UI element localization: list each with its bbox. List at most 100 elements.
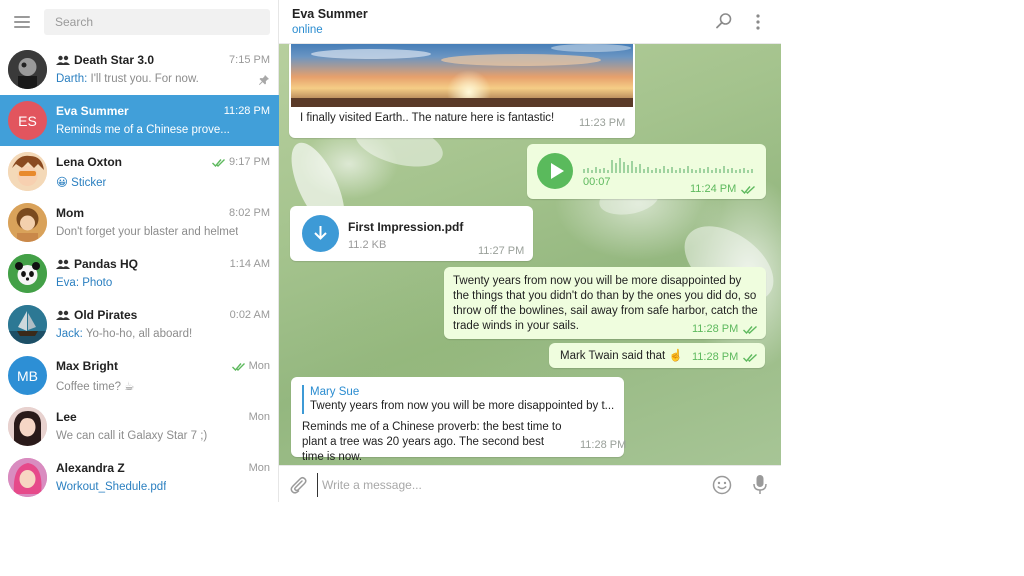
chat-item-lena-oxton[interactable]: Lena Oxton 9:17 PM 😀 Sticker	[0, 146, 279, 197]
file-name[interactable]: First Impression.pdf	[348, 220, 463, 234]
message-meta: 11:24 PM	[690, 183, 756, 195]
play-button[interactable]	[537, 153, 573, 189]
peer-name[interactable]: Eva Summer	[292, 7, 368, 21]
photo-message[interactable]: I finally visited Earth.. The nature her…	[289, 44, 635, 138]
download-button[interactable]	[302, 215, 339, 252]
chat-preview: 😀 Sticker	[56, 177, 107, 189]
chat-name: Eva Summer	[56, 104, 129, 118]
chat-name-label: Lee	[56, 410, 77, 424]
telegram-window: Death Star 3.0 7:15 PM Darth: I'll trust…	[0, 0, 781, 502]
chat-item-pandas-hq[interactable]: Pandas HQ 1:14 AM Eva: Photo	[0, 248, 279, 299]
message-time: 11:28 PM	[692, 323, 739, 335]
peer-status: online	[292, 24, 323, 36]
chat-preview: Jack: Yo-ho-ho, all aboard!	[56, 328, 192, 340]
microphone-icon[interactable]	[753, 474, 767, 496]
chat-time: Mon	[231, 360, 270, 372]
chat-name: Pandas HQ	[56, 257, 138, 271]
chat-preview: Workout_Shedule.pdf	[56, 481, 167, 493]
chat-name-label: Eva Summer	[56, 104, 129, 118]
double-check-icon	[741, 185, 756, 194]
preview-sender: Jack:	[56, 328, 83, 340]
chat-name-label: Old Pirates	[74, 308, 138, 322]
message-time: 11:28 PM	[692, 351, 739, 363]
chat-preview: Coffee time? ☕	[56, 381, 135, 393]
chat-name-label: Max Bright	[56, 359, 119, 373]
message-time: 11:27 PM	[478, 245, 525, 257]
chat-time: 7:15 PM	[229, 54, 270, 66]
avatar	[8, 50, 47, 89]
chat-item-eva-summer[interactable]: ES Eva Summer 11:28 PM Reminds me of a C…	[0, 95, 279, 146]
reply-message[interactable]: Mary Sue Twenty years from now you will …	[291, 377, 626, 463]
chat-item-max-bright[interactable]: MB Max Bright Mon Coffee time? ☕	[0, 350, 279, 401]
chat-preview: Darth: I'll trust you. For now.	[56, 73, 199, 85]
message-area[interactable]: I finally visited Earth.. The nature her…	[279, 44, 781, 465]
preview-text: Photo	[79, 277, 113, 289]
voice-message[interactable]: 00:07 11:24 PM	[527, 144, 766, 199]
chat-time-label: 9:17 PM	[229, 156, 270, 168]
download-arrow-icon	[314, 226, 327, 240]
pin-icon	[259, 75, 269, 85]
chat-item-alexandra-z[interactable]: Alexandra Z Mon Workout_Shedule.pdf	[0, 452, 279, 503]
chat-item-death-star[interactable]: Death Star 3.0 7:15 PM Darth: I'll trust…	[0, 44, 279, 95]
chat-time: 1:14 AM	[229, 258, 270, 270]
chat-name: Alexandra Z	[56, 461, 125, 475]
chat-name-label: Mom	[56, 206, 84, 220]
chat-item-lee[interactable]: Lee Mon We can call it Galaxy Star 7 ;)	[0, 401, 279, 452]
preview-text: I'll trust you. For now.	[87, 73, 199, 85]
chat-name: Max Bright	[56, 359, 118, 373]
reply-snippet: Twenty years from now you will be more d…	[310, 400, 615, 412]
photo-sunset-image[interactable]	[291, 44, 633, 107]
search-icon[interactable]	[715, 12, 733, 30]
file-message[interactable]: First Impression.pdf 11.2 KB 11:27 PM	[290, 206, 533, 261]
chat-item-mom[interactable]: Mom 8:02 PM Don't forget your blaster an…	[0, 197, 279, 248]
double-check-icon	[743, 325, 758, 334]
message-composer	[279, 465, 781, 502]
text-message-outgoing[interactable]: Mark Twain said that ☝️ 11:28 PM	[549, 343, 765, 368]
reply-quote[interactable]: Mary Sue Twenty years from now you will …	[302, 385, 616, 414]
hamburger-menu-icon[interactable]	[10, 11, 34, 33]
chat-time-label: Mon	[248, 360, 270, 372]
group-icon	[56, 310, 70, 320]
preview-sender: Eva:	[56, 277, 80, 289]
voice-waveform[interactable]	[583, 154, 755, 174]
chat-name: Mom	[56, 206, 84, 220]
chat-name: Lee	[56, 410, 77, 424]
reply-author: Mary Sue	[310, 386, 360, 398]
message-meta: 11:28 PM	[692, 323, 758, 335]
sidebar: Death Star 3.0 7:15 PM Darth: I'll trust…	[0, 0, 279, 502]
message-text: Reminds me of a Chinese proverb: the bes…	[302, 421, 562, 463]
search-input[interactable]	[44, 9, 270, 35]
avatar	[8, 458, 47, 497]
chat-header: Eva Summer online	[279, 0, 781, 44]
message-meta: 11:28 PM	[580, 439, 626, 451]
avatar	[8, 254, 47, 293]
message-meta: 11:27 PM	[478, 245, 524, 257]
chat-preview: Eva: Photo	[56, 277, 112, 289]
chat-time: 9:17 PM	[212, 156, 270, 168]
message-time: 11:23 PM	[579, 117, 626, 129]
avatar	[8, 152, 47, 191]
chat-time: Mon	[248, 411, 270, 423]
message-meta: 11:28 PM	[692, 351, 758, 363]
play-icon	[551, 163, 564, 179]
paperclip-icon[interactable]	[289, 475, 307, 495]
double-check-icon	[743, 353, 758, 362]
chat-time: 8:02 PM	[229, 207, 270, 219]
avatar: MB	[8, 356, 47, 395]
chat-list: Death Star 3.0 7:15 PM Darth: I'll trust…	[0, 44, 279, 503]
chat-preview: Reminds me of a Chinese prove...	[56, 124, 230, 136]
file-size: 11.2 KB	[348, 239, 387, 251]
avatar	[8, 203, 47, 242]
chat-preview: We can call it Galaxy Star 7 ;)	[56, 430, 208, 442]
chat-preview: Don't forget your blaster and helmet	[56, 226, 239, 238]
emoji-icon[interactable]	[712, 475, 732, 495]
avatar	[8, 305, 47, 344]
chat-name-label: Alexandra Z	[56, 461, 125, 475]
message-input[interactable]	[317, 473, 707, 497]
preview-sender: Darth:	[56, 73, 88, 85]
chat-item-old-pirates[interactable]: Old Pirates 0:02 AM Jack: Yo-ho-ho, all …	[0, 299, 279, 350]
more-vertical-icon[interactable]	[753, 12, 763, 32]
avatar	[8, 407, 47, 446]
text-message-outgoing[interactable]: Twenty years from now you will be more d…	[444, 267, 766, 339]
chat-name-label: Lena Oxton	[56, 155, 123, 169]
